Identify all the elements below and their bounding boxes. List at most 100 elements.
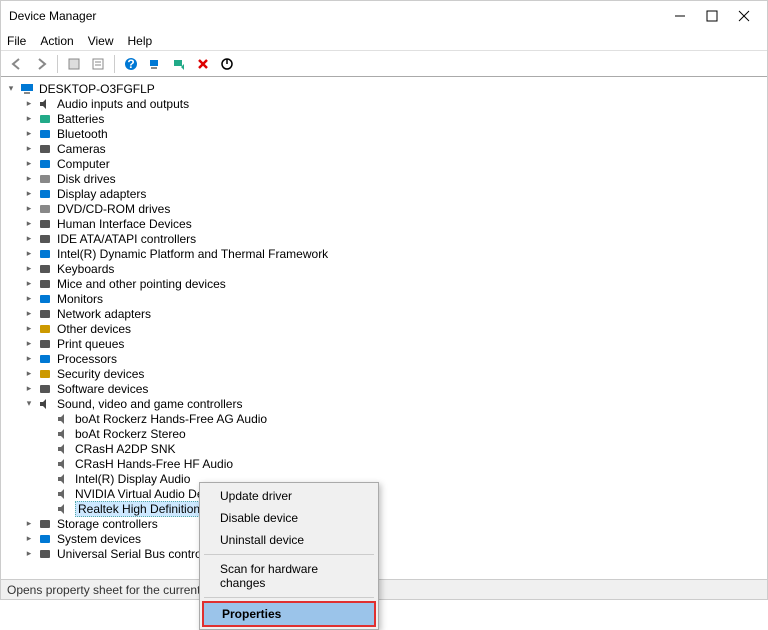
category-label: Storage controllers <box>57 517 158 531</box>
tree-category[interactable]: ▸Batteries <box>1 111 767 126</box>
device-icon <box>37 202 53 216</box>
device-tree[interactable]: ▾ DESKTOP-O3FGFLP▸Audio inputs and output… <box>1 77 767 579</box>
expander-icon[interactable]: ▸ <box>23 158 35 170</box>
speaker-icon <box>55 472 71 486</box>
expander-icon[interactable]: ▸ <box>23 98 35 110</box>
expander-icon[interactable]: ▾ <box>5 83 17 95</box>
expander-icon[interactable]: ▸ <box>23 533 35 545</box>
expander-icon[interactable]: ▸ <box>23 218 35 230</box>
menu-file[interactable]: File <box>7 34 26 48</box>
expander-icon[interactable]: ▸ <box>23 308 35 320</box>
disable-button[interactable] <box>217 54 237 74</box>
device-icon <box>37 292 53 306</box>
expander-icon[interactable]: ▸ <box>23 233 35 245</box>
tree-category[interactable]: ▸Network adapters <box>1 306 767 321</box>
context-update-driver[interactable]: Update driver <box>202 485 376 507</box>
tree-category[interactable]: ▸Bluetooth <box>1 126 767 141</box>
back-button[interactable] <box>7 54 27 74</box>
tree-device[interactable]: NVIDIA Virtual Audio Device (Wave Extens… <box>1 486 767 501</box>
category-label: Software devices <box>57 382 148 396</box>
category-label: System devices <box>57 532 141 546</box>
tree-category[interactable]: ▸ Keyboards <box>1 261 767 276</box>
device-icon <box>37 277 53 291</box>
menu-action[interactable]: Action <box>40 34 73 48</box>
tree-category[interactable]: ▸Computer <box>1 156 767 171</box>
expander-icon[interactable]: ▾ <box>23 398 35 410</box>
tree-category[interactable]: ▸Processors <box>1 351 767 366</box>
minimize-button[interactable] <box>673 9 687 23</box>
device-icon <box>37 547 53 561</box>
device-icon <box>37 127 53 141</box>
expander-icon[interactable]: ▸ <box>23 293 35 305</box>
context-disable-device[interactable]: Disable device <box>202 507 376 529</box>
expander-icon[interactable]: ▸ <box>23 173 35 185</box>
tree-root[interactable]: ▾ DESKTOP-O3FGFLP <box>1 81 767 96</box>
expander-icon[interactable]: ▸ <box>23 248 35 260</box>
context-uninstall-device[interactable]: Uninstall device <box>202 529 376 551</box>
expander-icon[interactable]: ▸ <box>23 548 35 560</box>
expander-icon[interactable]: ▸ <box>23 353 35 365</box>
expander-icon[interactable]: ▸ <box>23 278 35 290</box>
tree-category[interactable]: ▸DVD/CD-ROM drives <box>1 201 767 216</box>
category-label: Cameras <box>57 142 106 156</box>
tree-category[interactable]: ▸Mice and other pointing devices <box>1 276 767 291</box>
tree-device[interactable]: Intel(R) Display Audio <box>1 471 767 486</box>
tree-category[interactable]: ▸ Cameras <box>1 141 767 156</box>
tree-category[interactable]: ▸IDE ATA/ATAPI controllers <box>1 231 767 246</box>
scan-button[interactable] <box>145 54 165 74</box>
expander-icon[interactable]: ▸ <box>23 263 35 275</box>
tree-category-expanded[interactable]: ▾ Sound, video and game controllers <box>1 396 767 411</box>
tree-category[interactable]: ▸Display adapters <box>1 186 767 201</box>
root-label: DESKTOP-O3FGFLP <box>39 82 155 96</box>
expander-icon[interactable]: ▸ <box>23 203 35 215</box>
tree-device[interactable]: boAt Rockerz Stereo <box>1 426 767 441</box>
category-label: Keyboards <box>57 262 114 276</box>
forward-button[interactable] <box>31 54 51 74</box>
category-label: Sound, video and game controllers <box>57 397 242 411</box>
device-label: CRasH Hands-Free HF Audio <box>75 457 233 471</box>
tree-category[interactable]: ▸Print queues <box>1 336 767 351</box>
tree-device[interactable]: boAt Rockerz Hands-Free AG Audio <box>1 411 767 426</box>
tree-category[interactable]: ▸Other devices <box>1 321 767 336</box>
context-properties[interactable]: Properties <box>202 601 376 627</box>
maximize-button[interactable] <box>705 9 719 23</box>
tree-category[interactable]: ▸ Human Interface Devices <box>1 216 767 231</box>
expander-icon[interactable]: ▸ <box>23 368 35 380</box>
expander-icon[interactable]: ▸ <box>23 128 35 140</box>
menubar: File Action View Help <box>1 31 767 51</box>
help-button[interactable]: ? <box>121 54 141 74</box>
expander-icon[interactable]: ▸ <box>23 323 35 335</box>
uninstall-button[interactable] <box>193 54 213 74</box>
category-label: Human Interface Devices <box>57 217 192 231</box>
tree-device[interactable]: CRasH Hands-Free HF Audio <box>1 456 767 471</box>
tree-device[interactable]: CRasH A2DP SNK <box>1 441 767 456</box>
close-button[interactable] <box>737 9 751 23</box>
expander-icon[interactable]: ▸ <box>23 518 35 530</box>
device-icon <box>37 112 53 126</box>
tree-category[interactable]: ▸ Storage controllers <box>1 516 767 531</box>
tree-category[interactable]: ▸Monitors <box>1 291 767 306</box>
menu-view[interactable]: View <box>88 34 114 48</box>
device-icon <box>37 157 53 171</box>
context-separator <box>204 554 374 555</box>
properties-toolbar-button[interactable] <box>88 54 108 74</box>
expander-icon[interactable]: ▸ <box>23 188 35 200</box>
tree-category[interactable]: ▸ Software devices <box>1 381 767 396</box>
tree-category[interactable]: ▸ System devices <box>1 531 767 546</box>
expander-icon[interactable]: ▸ <box>23 383 35 395</box>
tree-category[interactable]: ▸Intel(R) Dynamic Platform and Thermal F… <box>1 246 767 261</box>
category-label: Security devices <box>57 367 144 381</box>
menu-help[interactable]: Help <box>128 34 153 48</box>
show-hidden-button[interactable] <box>64 54 84 74</box>
tree-category[interactable]: ▸Universal Serial Bus controllers <box>1 546 767 561</box>
toolbar-separator <box>57 55 58 73</box>
tree-device[interactable]: Realtek High Definition Audio <box>1 501 767 516</box>
expander-icon[interactable]: ▸ <box>23 113 35 125</box>
update-driver-button[interactable] <box>169 54 189 74</box>
tree-category[interactable]: ▸Audio inputs and outputs <box>1 96 767 111</box>
tree-category[interactable]: ▸ Security devices <box>1 366 767 381</box>
context-scan-hardware[interactable]: Scan for hardware changes <box>202 558 376 594</box>
expander-icon[interactable]: ▸ <box>23 143 35 155</box>
expander-icon[interactable]: ▸ <box>23 338 35 350</box>
tree-category[interactable]: ▸Disk drives <box>1 171 767 186</box>
